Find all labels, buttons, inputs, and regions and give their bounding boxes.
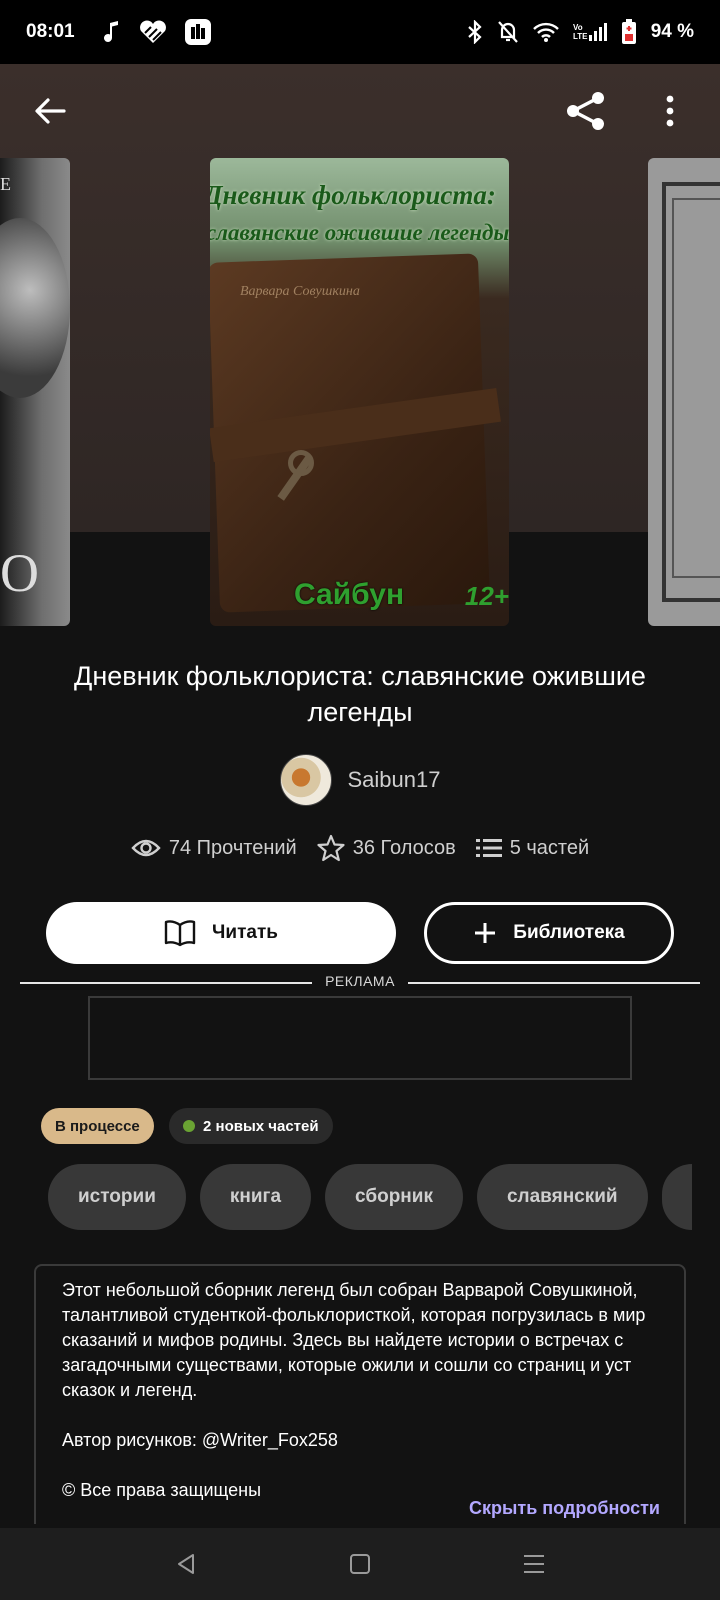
- star-icon: [317, 834, 345, 862]
- cover-age-rating: 12+: [464, 581, 509, 611]
- cover-author: Сайбун: [294, 578, 405, 611]
- tag-chip[interactable]: сборник: [325, 1164, 463, 1230]
- nav-back-button[interactable]: [164, 1542, 208, 1586]
- cover-letter-top: E: [0, 174, 11, 194]
- open-book-icon: [164, 920, 196, 947]
- previous-story-cover[interactable]: E O: [0, 158, 70, 626]
- eye-icon: [131, 839, 161, 857]
- system-nav-bar: [0, 1528, 720, 1600]
- tag-list[interactable]: истории книга сборник славянский: [48, 1164, 692, 1230]
- ad-divider-left: [20, 982, 312, 984]
- heart-app-icon: [139, 20, 167, 44]
- illustrations-credit: Автор рисунков: @Writer_Fox258: [62, 1430, 338, 1450]
- status-time: 08:01: [26, 21, 75, 42]
- back-button[interactable]: [28, 89, 72, 133]
- menu-recents-icon: [524, 1555, 544, 1573]
- new-parts-label: 2 новых частей: [203, 1117, 319, 1135]
- more-vert-icon: [666, 95, 674, 127]
- app-notification-icon: [184, 19, 211, 45]
- nav-recents-button[interactable]: [512, 1542, 556, 1586]
- new-indicator-dot: [183, 1120, 195, 1132]
- svg-text:Vo: Vo: [573, 23, 583, 32]
- parts-count: 5 частей: [509, 836, 590, 859]
- read-button[interactable]: Читать: [46, 902, 396, 964]
- music-note-icon: [103, 21, 121, 43]
- mute-bell-icon: [497, 20, 519, 44]
- author-avatar[interactable]: [279, 754, 332, 806]
- tag-chip[interactable]: книга: [199, 1164, 312, 1230]
- hide-details-link[interactable]: Скрыть подробности: [469, 1498, 660, 1519]
- share-button[interactable]: [564, 89, 608, 133]
- author-row[interactable]: Saibun17: [0, 754, 720, 806]
- ad-divider-right: [408, 982, 700, 984]
- battery-charging-icon: [621, 19, 637, 45]
- cover-title-line2: славянские ожившие легенды: [210, 220, 509, 245]
- next-story-cover[interactable]: [648, 158, 720, 626]
- battery-level: 94 %: [650, 21, 694, 42]
- share-icon: [567, 92, 604, 130]
- list-icon: [475, 839, 502, 857]
- cover-signature: Варвара Совушкина: [240, 284, 360, 299]
- cover-letter-bottom: O: [0, 543, 39, 603]
- arrow-left-icon: [35, 98, 66, 124]
- reads-count: 74 Прочтений: [168, 836, 297, 859]
- top-toolbar: [0, 64, 720, 158]
- status-bar: 08:01 Vo LTE 94 %: [0, 0, 720, 64]
- library-button-label: Библиотека: [513, 922, 625, 943]
- new-parts-badge: 2 новых частей: [169, 1108, 333, 1144]
- cover-title-line1: Дневник фольклориста:: [210, 180, 496, 210]
- status-badge: В процессе: [41, 1108, 154, 1144]
- parts-stat: 5 частей: [475, 836, 590, 860]
- description-text: Этот небольшой сборник легенд был собран…: [62, 1280, 646, 1400]
- signal-icon: Vo LTE: [573, 21, 607, 43]
- tag-chip[interactable]: истории: [48, 1164, 186, 1230]
- nav-home-button[interactable]: [338, 1542, 382, 1586]
- reads-stat: 74 Прочтений: [131, 837, 297, 860]
- ad-slot[interactable]: [88, 996, 632, 1080]
- add-to-library-button[interactable]: Библиотека: [424, 902, 674, 964]
- svg-text:LTE: LTE: [573, 32, 588, 41]
- wifi-icon: [532, 22, 559, 42]
- votes-stat: 36 Голосов: [317, 834, 456, 862]
- plus-icon: [475, 923, 496, 943]
- story-stats: 74 Прочтений 36 Голосов 5 частей: [0, 834, 720, 862]
- tag-chip[interactable]: славянский: [476, 1164, 648, 1230]
- read-button-label: Читать: [212, 922, 278, 943]
- author-name[interactable]: Saibun17: [348, 767, 441, 793]
- more-options-button[interactable]: [648, 89, 692, 133]
- ad-label: РЕКЛАМА: [325, 973, 395, 989]
- status-badge-label: В процессе: [55, 1117, 140, 1135]
- story-title: Дневник фольклориста: славянские ожившие…: [74, 661, 646, 727]
- triangle-back-icon: [178, 1554, 194, 1574]
- story-cover[interactable]: Варвара Совушкина Дневник фольклориста: …: [210, 158, 509, 626]
- votes-count: 36 Голосов: [352, 836, 456, 859]
- bluetooth-icon: [467, 20, 483, 44]
- tag-chip-partial[interactable]: [661, 1164, 692, 1230]
- cover-frame-inner: [672, 198, 720, 578]
- cover-portrait: [0, 218, 70, 398]
- story-description: Этот небольшой сборник легенд был собран…: [34, 1264, 686, 1524]
- square-home-icon: [350, 1554, 370, 1574]
